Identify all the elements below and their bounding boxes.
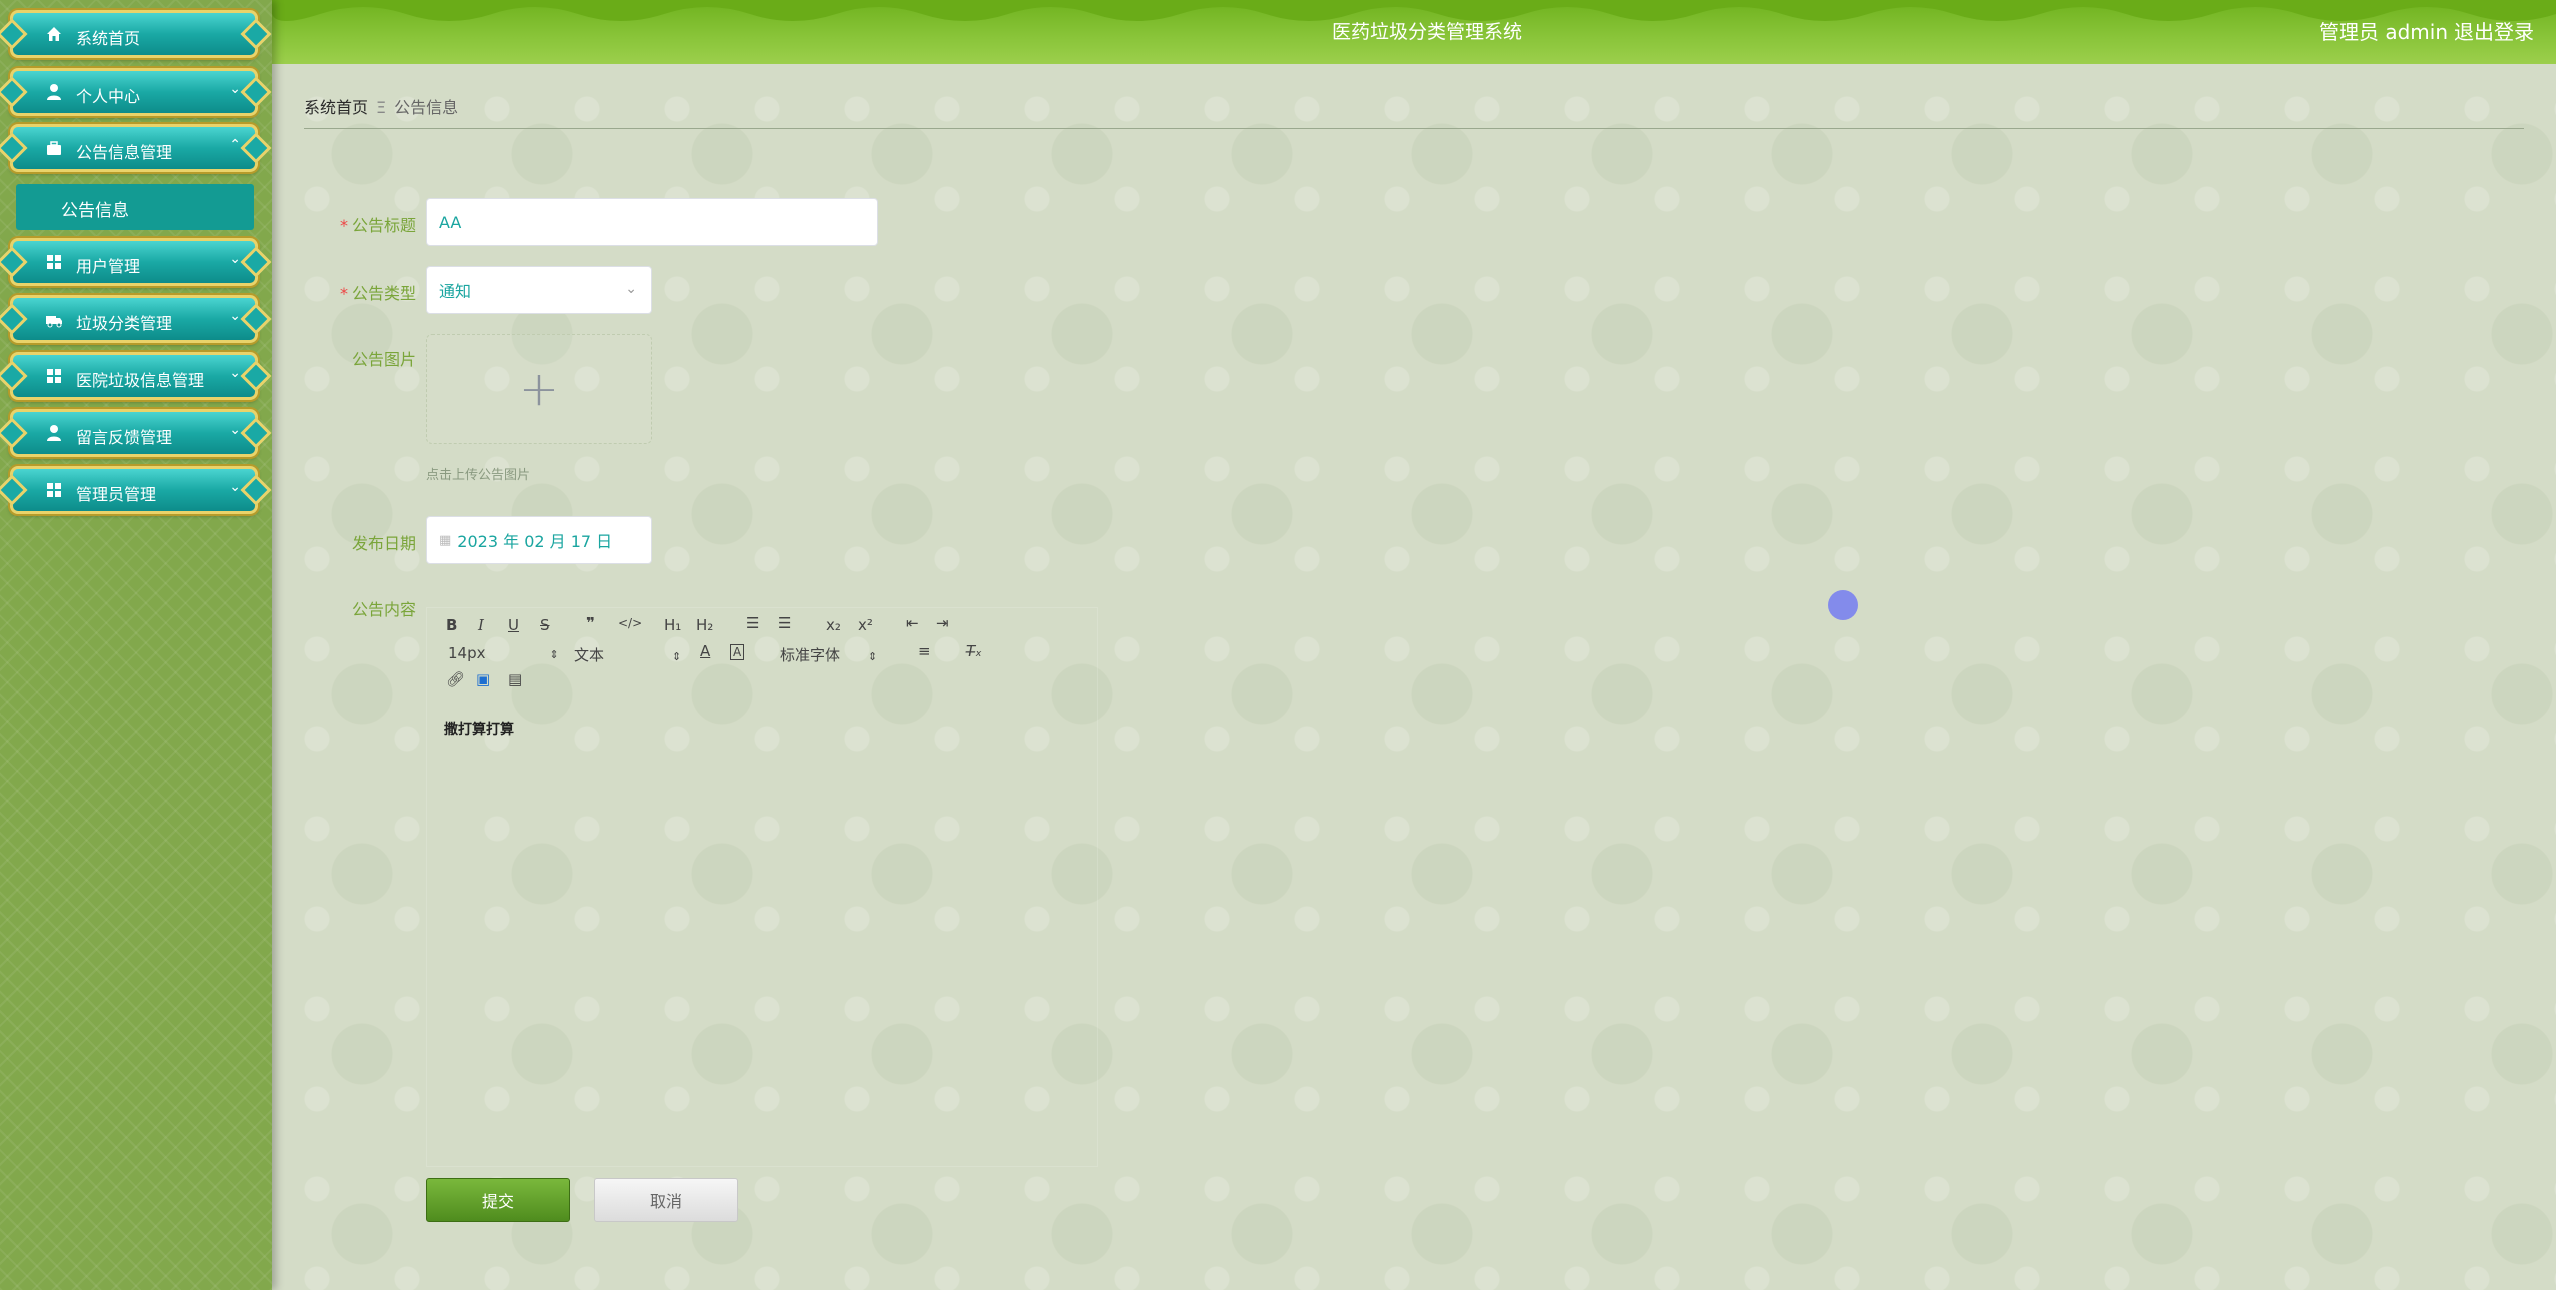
select-arrows-icon: ⇕ [549,648,559,661]
chevron-down-icon: ⌄ [229,251,241,267]
rich-text-editor[interactable] [426,607,1098,1167]
sidebar-item-users[interactable]: 用户管理 ⌄ [10,238,258,286]
title-input[interactable]: AA [426,198,878,246]
breadcrumb-divider [304,128,2524,129]
bold-icon[interactable]: B [446,616,457,634]
sidebar-item-waste-classification[interactable]: 垃圾分类管理 ⌄ [10,295,258,343]
blockquote-icon[interactable]: ❞ [586,614,595,632]
date-label: 发布日期 [352,534,417,553]
bullet-list-icon[interactable]: ☰ [778,614,791,632]
type-select[interactable]: 通知 ⌄ [426,266,652,314]
home-icon [45,25,63,43]
breadcrumb: 系统首页 Ξ 公告信息 [304,94,458,118]
logout-link[interactable]: 退出登录 [2454,16,2534,45]
user-icon [45,424,63,442]
truck-icon [45,310,63,328]
image-icon[interactable]: ▣ [476,670,490,688]
sidebar-item-feedback[interactable]: 留言反馈管理 ⌄ [10,409,258,457]
sidebar-item-admins[interactable]: 管理员管理 ⌄ [10,466,258,514]
video-icon[interactable]: ▤ [508,670,522,688]
sidebar-item-label: 留言反馈管理 [76,428,173,447]
font-family-select[interactable]: 标准字体 ⇕ [780,644,877,665]
grid-icon [45,367,63,385]
select-arrows-icon: ⇕ [868,650,878,663]
chevron-down-icon: ⌄ [229,422,241,438]
app-title: 医药垃圾分类管理系统 [1332,21,1523,43]
mouse-cursor [1828,590,1858,620]
image-label: 公告图片 [352,350,417,369]
grid-icon [45,253,63,271]
sidebar-item-home[interactable]: 系统首页 [10,10,258,58]
title-label: * 公告标题 [340,216,417,235]
breadcrumb-home[interactable]: 系统首页 [304,98,368,117]
date-picker[interactable]: ▦ 2023 年 02 月 17 日 [426,516,652,564]
sidebar-item-label: 管理员管理 [76,485,157,504]
italic-icon[interactable]: I [478,616,484,634]
grid-icon [45,481,63,499]
user-icon [45,83,63,101]
superscript-icon[interactable]: x² [858,616,873,634]
subscript-icon[interactable]: x₂ [826,616,841,634]
breadcrumb-current: 公告信息 [394,98,459,117]
top-header: 医药垃圾分类管理系统 管理员 admin 退出登录 [272,0,2556,64]
required-mark: * [340,284,348,303]
sidebar-subitem-notice-info[interactable]: 公告信息 [16,184,254,230]
image-upload[interactable]: + [426,334,652,444]
required-mark: * [340,216,348,235]
chevron-down-icon: ⌄ [625,281,637,297]
sidebar-item-label: 垃圾分类管理 [76,314,173,333]
indent-icon[interactable]: ⇥ [936,614,949,632]
sidebar-subitem-label: 公告信息 [61,201,129,221]
submit-button[interactable]: 提交 [426,1178,570,1222]
outdent-icon[interactable]: ⇤ [906,614,919,632]
chevron-down-icon: ⌄ [229,81,241,97]
type-label: * 公告类型 [340,284,417,303]
editor-content[interactable]: 撒打算打算 [444,719,514,739]
heading1-icon[interactable]: H₁ [664,616,681,634]
breadcrumb-separator: Ξ [376,98,387,117]
font-color-icon[interactable]: A [700,642,710,660]
sidebar-item-label: 个人中心 [76,87,141,106]
main-content: 系统首页 Ξ 公告信息 * 公告标题 AA * 公告类型 通知 ⌄ 公告图片 + 点击上… [272,64,2556,1290]
sidebar-item-label: 公告信息管理 [76,143,173,162]
sidebar-item-notice-management[interactable]: 公告信息管理 ⌃ [10,124,258,172]
chevron-down-icon: ⌄ [229,479,241,495]
font-size-select[interactable]: 14px ⇕ [448,644,559,662]
calendar-icon: ▦ [439,532,452,548]
ordered-list-icon[interactable]: ☰ [746,614,759,632]
chevron-down-icon: ⌄ [229,308,241,324]
sidebar-item-label: 医院垃圾信息管理 [76,371,205,390]
link-icon[interactable]: 🔗︎ [446,670,465,688]
sidebar-item-hospital-waste[interactable]: 医院垃圾信息管理 ⌄ [10,352,258,400]
upload-hint: 点击上传公告图片 [426,468,531,483]
current-user: 管理员 admin [2318,20,2448,44]
briefcase-icon [45,139,63,157]
align-icon[interactable]: ≡ [918,642,931,660]
sidebar-item-profile[interactable]: 个人中心 ⌄ [10,68,258,116]
code-block-icon[interactable]: </> [618,616,642,630]
content-label: 公告内容 [352,600,417,619]
heading2-icon[interactable]: H₂ [696,616,713,634]
sidebar-item-label: 用户管理 [76,257,141,276]
sidebar: 系统首页 个人中心 ⌄ 公告信息管理 ⌃ 公告信息 用户管理 ⌄ 垃圾分类管理 … [0,0,272,1290]
plus-icon: + [518,361,560,417]
select-arrows-icon: ⇕ [672,650,682,663]
background-color-icon[interactable]: A [730,644,745,660]
underline-icon[interactable]: U [508,616,519,634]
format-select[interactable]: 文本 ⇕ [574,644,681,665]
sidebar-item-label: 系统首页 [76,29,141,48]
strikethrough-icon[interactable]: S [540,616,550,634]
chevron-down-icon: ⌄ [229,365,241,381]
chevron-up-icon: ⌃ [229,137,241,153]
cancel-button[interactable]: 取消 [594,1178,738,1222]
clear-format-icon[interactable]: T̶ₓ [966,642,982,660]
